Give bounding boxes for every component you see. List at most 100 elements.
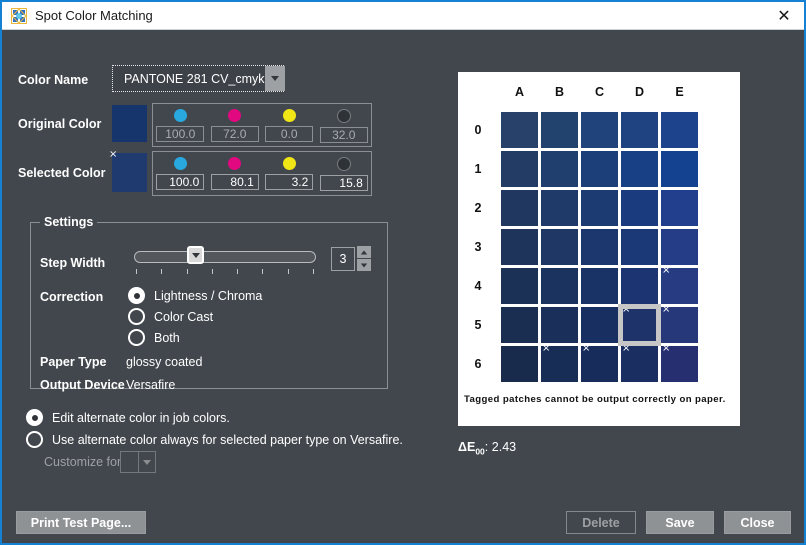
patch-B2[interactable] (541, 190, 578, 226)
patch-C1[interactable] (581, 151, 618, 187)
cyan-dot-icon (173, 109, 187, 122)
patch-C0[interactable] (581, 112, 618, 148)
patch-E4[interactable]: × (661, 266, 698, 304)
step-width-slider[interactable] (134, 246, 316, 264)
patch-tag-icon: × (542, 343, 551, 354)
selected-channels: 100.0 80.1 3.2 15.8 (152, 151, 372, 196)
patch-E2[interactable] (661, 190, 698, 226)
selected-black: 15.8 (318, 157, 370, 191)
patch-B1[interactable] (541, 151, 578, 187)
patch-B5[interactable] (541, 307, 578, 343)
edit-alternate-color-option[interactable]: Edit alternate color in job colors. (26, 409, 230, 426)
print-test-page-button[interactable]: Print Test Page... (16, 511, 146, 534)
patch-D4[interactable] (621, 268, 658, 304)
row-label-6: 6 (474, 357, 482, 371)
patch-D6[interactable]: × (621, 344, 658, 382)
original-cyan-field: 100.0 (156, 126, 205, 142)
row-label-1: 1 (474, 162, 482, 176)
magenta-dot-icon (228, 109, 242, 122)
original-color-label: Original Color (18, 117, 102, 131)
patch-D2[interactable] (621, 190, 658, 226)
patch-A2[interactable] (501, 190, 538, 226)
cyan-dot-icon (173, 157, 187, 170)
patch-B4[interactable] (541, 268, 578, 304)
patch-A6[interactable] (501, 346, 538, 382)
patch-A4[interactable] (501, 268, 538, 304)
radio-icon[interactable] (128, 287, 145, 304)
selected-yellow: 3.2 (263, 157, 315, 190)
radio-icon[interactable] (128, 329, 145, 346)
radio-icon[interactable] (26, 431, 43, 448)
slider-thumb-arrow-icon (191, 252, 200, 258)
radio-icon[interactable] (26, 409, 43, 426)
customize-for-dropdown[interactable] (120, 451, 156, 473)
original-channels: 100.0 72.0 0.0 32.0 (152, 103, 372, 147)
selected-cyan-field[interactable]: 100.0 (156, 174, 205, 190)
black-dot-icon (336, 109, 351, 123)
step-width-slider-thumb[interactable] (187, 246, 205, 264)
step-width-value[interactable]: 3 (331, 247, 355, 271)
use-alternate-color-option[interactable]: Use alternate color always for selected … (26, 431, 403, 448)
close-icon[interactable]: ✕ (773, 5, 795, 27)
patch-D0[interactable] (621, 112, 658, 148)
selected-yellow-field[interactable]: 3.2 (265, 174, 314, 190)
patch-D1[interactable] (621, 151, 658, 187)
color-name-dropdown[interactable]: PANTONE 281 CV_cmyk (112, 65, 285, 92)
customize-for-value (121, 452, 139, 472)
correction-option-label: Color Cast (154, 309, 214, 324)
patch-D3[interactable] (621, 229, 658, 265)
chevron-down-icon (143, 459, 151, 465)
patch-row-2: 2 (458, 190, 698, 226)
customize-for-dropdown-button[interactable] (139, 452, 155, 472)
patch-row-6: 6 × × × × (458, 343, 698, 382)
patch-C4[interactable] (581, 268, 618, 304)
patch-row-0: 0 (458, 112, 698, 148)
selected-black-field[interactable]: 15.8 (319, 175, 368, 191)
customize-for-label: Customize for (44, 455, 122, 469)
patch-B3[interactable] (541, 229, 578, 265)
patch-C2[interactable] (581, 190, 618, 226)
correction-option-both[interactable]: Both (128, 329, 180, 346)
patch-E6[interactable]: × (661, 344, 698, 382)
correction-option-color-cast[interactable]: Color Cast (128, 308, 213, 325)
patch-E3[interactable] (661, 229, 698, 265)
patch-A1[interactable] (501, 151, 538, 187)
original-black: 32.0 (318, 109, 370, 143)
selected-magenta-field[interactable]: 80.1 (210, 174, 259, 190)
patch-row-3: 3 (458, 229, 698, 265)
step-width-increment-button[interactable] (357, 246, 371, 258)
paper-type-label: Paper Type (40, 355, 107, 369)
patch-D5[interactable]: × (618, 304, 661, 346)
selected-color-swatch: × (109, 150, 147, 192)
patch-C6[interactable]: × (581, 343, 618, 382)
patch-E5[interactable]: × (661, 304, 698, 343)
patch-C3[interactable] (581, 229, 618, 265)
delete-button[interactable]: Delete (566, 511, 636, 534)
window-title: Spot Color Matching (35, 8, 153, 23)
radio-icon[interactable] (128, 308, 145, 325)
patch-tag-icon: × (582, 343, 591, 354)
patch-row-1: 1 (458, 151, 698, 187)
patch-B6[interactable]: × (541, 343, 578, 382)
patch-E0[interactable] (661, 112, 698, 148)
row-label-2: 2 (474, 201, 482, 215)
patch-A3[interactable] (501, 229, 538, 265)
correction-option-lightness-chroma[interactable]: Lightness / Chroma (128, 287, 262, 304)
tagged-patches-note: Tagged patches cannot be output correctl… (464, 394, 726, 405)
patch-tag-icon: × (662, 304, 671, 315)
save-button[interactable]: Save (646, 511, 714, 534)
output-device-value: Versafire (126, 378, 176, 392)
correction-option-label: Lightness / Chroma (154, 288, 263, 303)
patch-E1[interactable] (661, 151, 698, 187)
step-width-decrement-button[interactable] (357, 259, 371, 271)
patch-grid-column-headers: A B C D E (501, 85, 698, 99)
patch-A0[interactable] (501, 112, 538, 148)
color-name-dropdown-button[interactable] (264, 66, 285, 91)
row-label-3: 3 (474, 240, 482, 254)
close-button[interactable]: Close (724, 511, 791, 534)
delta-e-label: ΔE (458, 440, 476, 454)
patch-C5[interactable] (581, 307, 618, 343)
patch-B0[interactable] (541, 112, 578, 148)
selected-color-label: Selected Color (18, 166, 106, 180)
patch-A5[interactable] (501, 307, 538, 343)
